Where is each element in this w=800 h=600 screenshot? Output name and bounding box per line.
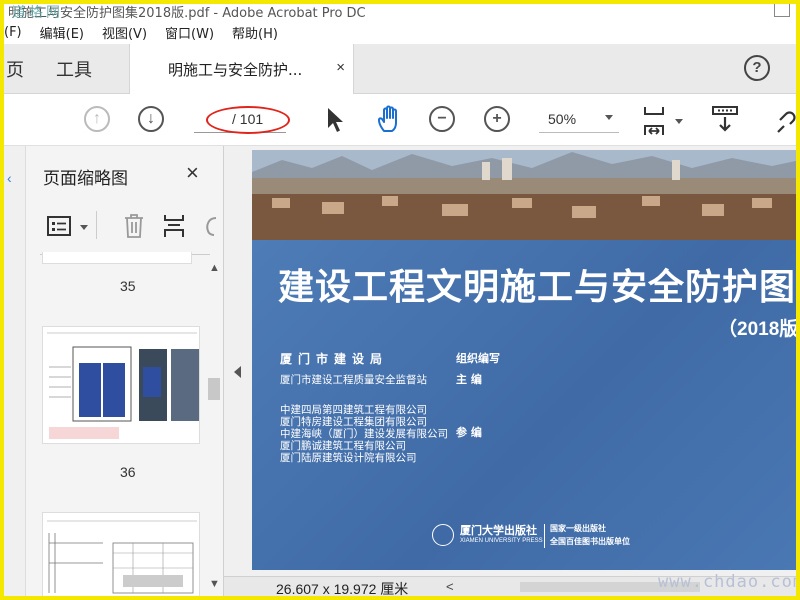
acrobat-window: 明施工与安全防护图集2018版.pdf - Adobe Acrobat Pro … <box>4 4 796 596</box>
close-panel-icon[interactable]: × <box>186 160 199 186</box>
menu-edit[interactable]: 编辑(E) <box>32 23 94 42</box>
publisher-logo-icon <box>432 524 454 546</box>
cover-org-role: 组织编写 <box>456 352 500 365</box>
scroll-mode-icon[interactable] <box>710 104 740 136</box>
page-number-35: 35 <box>120 278 136 294</box>
publisher-note-1: 国家一级出版社 <box>550 524 606 533</box>
cover-title: 建设工程文明施工与安全防护图集 <box>278 267 796 308</box>
page-thumbnail-35[interactable] <box>42 252 192 264</box>
cover-co-org-5: 厦门陆原建筑设计院有限公司 <box>280 452 417 464</box>
tab-home[interactable]: 页 <box>6 56 24 82</box>
close-tab-icon[interactable]: × <box>336 59 345 76</box>
fit-page-icon[interactable] <box>642 104 672 138</box>
hand-tool-icon[interactable] <box>374 104 406 136</box>
help-icon[interactable]: ? <box>744 55 770 81</box>
document-tab-label: 明施工与安全防护... <box>168 61 303 79</box>
cover-editor-org: 厦门市建设工程质量安全监督站 <box>280 374 427 386</box>
cover-co-role: 参 编 <box>456 426 482 439</box>
tab-bar: 页 工具 明施工与安全防护... × ? <box>4 44 796 94</box>
scroll-left-icon[interactable]: < <box>446 579 454 594</box>
page-thumbnail-37[interactable] <box>42 512 200 596</box>
page-thumbnails-panel: 页面缩略图 × 35 36 ▲ ▼ <box>26 146 224 596</box>
zoom-in-icon[interactable]: + <box>484 106 510 132</box>
panel-title: 页面缩略图 <box>43 169 128 189</box>
link-icon[interactable] <box>774 106 796 134</box>
cover-edition: （2018版 <box>718 319 796 340</box>
restore-window-button[interactable] <box>774 4 790 17</box>
expand-chevron-icon[interactable]: ‹ <box>7 170 12 186</box>
next-page-icon[interactable]: ↓ <box>138 106 164 132</box>
chevron-down-icon <box>605 115 613 120</box>
publisher-name: 厦门大学出版社 <box>460 524 537 537</box>
delete-page-icon[interactable] <box>122 212 146 240</box>
page-number-box[interactable]: / 101 <box>194 104 298 134</box>
zoom-value: 50% <box>548 111 577 127</box>
extract-page-icon[interactable] <box>162 212 188 240</box>
publisher-divider <box>544 524 545 548</box>
menu-file[interactable]: (F) <box>4 25 32 40</box>
toolbar: ↑ ↓ / 101 − + 50% <box>4 94 796 146</box>
menu-view[interactable]: 视图(V) <box>94 23 157 42</box>
scroll-down-icon[interactable]: ▼ <box>209 578 220 590</box>
menu-bar: (F) 编辑(E) 视图(V) 窗口(W) 帮助(H) <box>4 20 796 44</box>
cover-city-photo <box>252 150 796 240</box>
publisher-name-en: XIAMEN UNIVERSITY PRESS <box>460 538 543 544</box>
collapse-panel-icon[interactable] <box>234 366 241 378</box>
cover-org: 厦门市建设局 <box>280 352 389 366</box>
publisher-note-2: 全国百佳图书出版单位 <box>550 537 630 546</box>
tab-tools[interactable]: 工具 <box>56 56 92 82</box>
previous-page-icon[interactable]: ↑ <box>84 106 110 132</box>
tab-document[interactable]: 明施工与安全防护... × <box>129 44 354 94</box>
zoom-select[interactable]: 50% <box>539 107 619 133</box>
left-navigation-strip: ‹ <box>4 146 26 596</box>
tools-separator <box>96 211 97 239</box>
page-number-36: 36 <box>120 464 136 480</box>
thumbnail-37-preview <box>47 520 197 594</box>
menu-window[interactable]: 窗口(W) <box>157 23 224 42</box>
options-chevron-icon[interactable] <box>80 225 88 230</box>
site-watermark-top: 道格网 <box>12 5 63 20</box>
rotate-page-icon[interactable] <box>202 212 222 240</box>
fit-options-chevron-icon[interactable] <box>675 119 683 124</box>
scrollbar-thumb[interactable] <box>208 378 220 400</box>
thumbnail-options-icon[interactable] <box>46 214 74 238</box>
zoom-out-icon[interactable]: − <box>429 106 455 132</box>
document-view[interactable]: 建设工程文明施工与安全防护图集 （2018版 厦门市建设局 组织编写 厦门市建设… <box>224 146 796 576</box>
cover-editor-role: 主 编 <box>456 373 482 386</box>
page-dimensions: 26.607 x 19.972 厘米 <box>276 581 409 596</box>
menu-help[interactable]: 帮助(H) <box>224 23 288 42</box>
site-watermark-bottom: www.chdao.com <box>658 572 796 592</box>
thumbnail-scrollbar[interactable]: ▲ ▼ <box>206 260 222 596</box>
city-skyline <box>252 150 796 240</box>
page-count: / 101 <box>232 111 264 127</box>
select-arrow-icon[interactable] <box>324 106 346 134</box>
thumbnail-36-preview <box>47 332 199 439</box>
pdf-cover-page: 建设工程文明施工与安全防护图集 （2018版 厦门市建设局 组织编写 厦门市建设… <box>252 150 796 570</box>
thumbnail-tools <box>26 206 224 246</box>
title-bar: 明施工与安全防护图集2018版.pdf - Adobe Acrobat Pro … <box>4 4 796 20</box>
page-thumbnail-36[interactable] <box>42 326 200 444</box>
scroll-up-icon[interactable]: ▲ <box>209 262 220 274</box>
